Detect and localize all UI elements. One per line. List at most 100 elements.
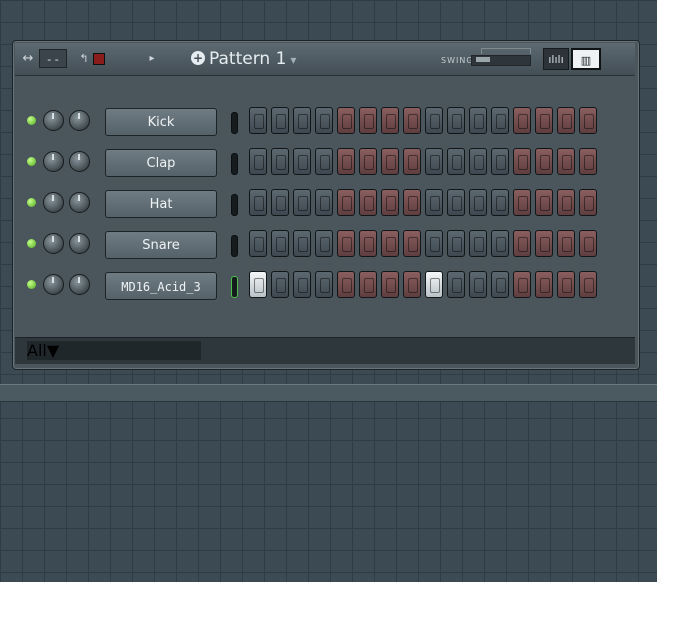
step-button[interactable] [469, 271, 487, 298]
step-button[interactable] [557, 107, 575, 134]
swing-slider-thumb[interactable] [476, 57, 490, 62]
channel-name-button[interactable]: Kick [105, 108, 217, 136]
step-button[interactable] [403, 189, 421, 216]
step-button[interactable] [403, 107, 421, 134]
graph-icon[interactable] [93, 53, 105, 65]
step-button[interactable] [315, 271, 333, 298]
step-button[interactable] [579, 189, 597, 216]
step-button[interactable] [491, 107, 509, 134]
pan-knob[interactable] [43, 110, 64, 131]
step-button[interactable] [403, 271, 421, 298]
step-button[interactable] [315, 230, 333, 257]
channel-name-button[interactable]: Clap [105, 149, 217, 177]
graph-editor-button[interactable]: ılılı [543, 48, 569, 70]
step-button[interactable] [557, 271, 575, 298]
step-button[interactable] [403, 230, 421, 257]
channel-name-button[interactable]: MD16_Acid_3 [105, 272, 217, 300]
step-button[interactable] [447, 107, 465, 134]
step-button[interactable] [293, 230, 311, 257]
undo-icon[interactable]: ↰ [77, 49, 91, 68]
step-button[interactable] [249, 148, 267, 175]
step-button[interactable] [513, 271, 531, 298]
step-button[interactable] [425, 148, 443, 175]
step-button[interactable] [337, 271, 355, 298]
step-button[interactable] [469, 230, 487, 257]
channel-select-indicator[interactable] [231, 112, 238, 134]
channel-mute-led[interactable] [27, 116, 36, 125]
volume-knob[interactable] [69, 151, 90, 172]
view-mode-button[interactable]: - - [39, 49, 67, 68]
step-button[interactable] [359, 271, 377, 298]
volume-knob[interactable] [69, 233, 90, 254]
swing-slider[interactable] [471, 55, 531, 66]
step-button[interactable] [535, 189, 553, 216]
step-button[interactable] [293, 271, 311, 298]
channel-name-button[interactable]: Snare [105, 231, 217, 259]
step-button[interactable] [557, 148, 575, 175]
pan-knob[interactable] [43, 233, 64, 254]
step-button[interactable] [535, 107, 553, 134]
step-button[interactable] [249, 189, 267, 216]
step-button[interactable] [579, 230, 597, 257]
pan-knob[interactable] [43, 274, 64, 295]
step-button[interactable] [491, 148, 509, 175]
step-button[interactable] [425, 271, 443, 298]
channel-mute-led[interactable] [27, 157, 36, 166]
channel-select-indicator[interactable] [231, 194, 238, 216]
step-button[interactable] [381, 271, 399, 298]
step-button[interactable] [293, 148, 311, 175]
step-button[interactable] [271, 230, 289, 257]
channel-select-indicator[interactable] [231, 153, 238, 175]
step-button[interactable] [535, 148, 553, 175]
channel-filter-dropdown[interactable]: All▼ [27, 341, 201, 360]
step-button[interactable] [469, 107, 487, 134]
step-button[interactable] [513, 230, 531, 257]
step-button[interactable] [337, 107, 355, 134]
step-button[interactable] [271, 148, 289, 175]
step-button[interactable] [381, 230, 399, 257]
step-button[interactable] [315, 148, 333, 175]
step-button[interactable] [513, 107, 531, 134]
step-button[interactable] [337, 230, 355, 257]
step-button[interactable] [469, 148, 487, 175]
step-button[interactable] [447, 148, 465, 175]
step-button[interactable] [557, 230, 575, 257]
step-button[interactable] [447, 189, 465, 216]
step-button[interactable] [381, 148, 399, 175]
piano-roll-button[interactable]: ▥ [571, 48, 601, 70]
step-button[interactable] [447, 230, 465, 257]
channel-select-indicator[interactable] [231, 235, 238, 257]
step-button[interactable] [381, 107, 399, 134]
step-button[interactable] [557, 189, 575, 216]
step-button[interactable] [293, 107, 311, 134]
step-button[interactable] [491, 189, 509, 216]
step-button[interactable] [535, 271, 553, 298]
step-button[interactable] [513, 148, 531, 175]
step-button[interactable] [469, 189, 487, 216]
volume-knob[interactable] [69, 274, 90, 295]
step-button[interactable] [579, 107, 597, 134]
step-button[interactable] [271, 271, 289, 298]
channel-mute-led[interactable] [27, 198, 36, 207]
step-button[interactable] [249, 230, 267, 257]
step-button[interactable] [447, 271, 465, 298]
step-button[interactable] [337, 189, 355, 216]
step-button[interactable] [381, 189, 399, 216]
step-button[interactable] [535, 230, 553, 257]
step-button[interactable] [425, 189, 443, 216]
step-button[interactable] [491, 230, 509, 257]
step-button[interactable] [293, 189, 311, 216]
channel-name-button[interactable]: Hat [105, 190, 217, 218]
step-button[interactable] [403, 148, 421, 175]
step-button[interactable] [359, 148, 377, 175]
step-button[interactable] [513, 189, 531, 216]
step-button[interactable] [271, 189, 289, 216]
step-button[interactable] [315, 189, 333, 216]
pan-knob[interactable] [43, 192, 64, 213]
step-button[interactable] [491, 271, 509, 298]
step-button[interactable] [579, 148, 597, 175]
step-button[interactable] [359, 230, 377, 257]
step-button[interactable] [337, 148, 355, 175]
step-button[interactable] [425, 107, 443, 134]
channel-mute-led[interactable] [27, 239, 36, 248]
